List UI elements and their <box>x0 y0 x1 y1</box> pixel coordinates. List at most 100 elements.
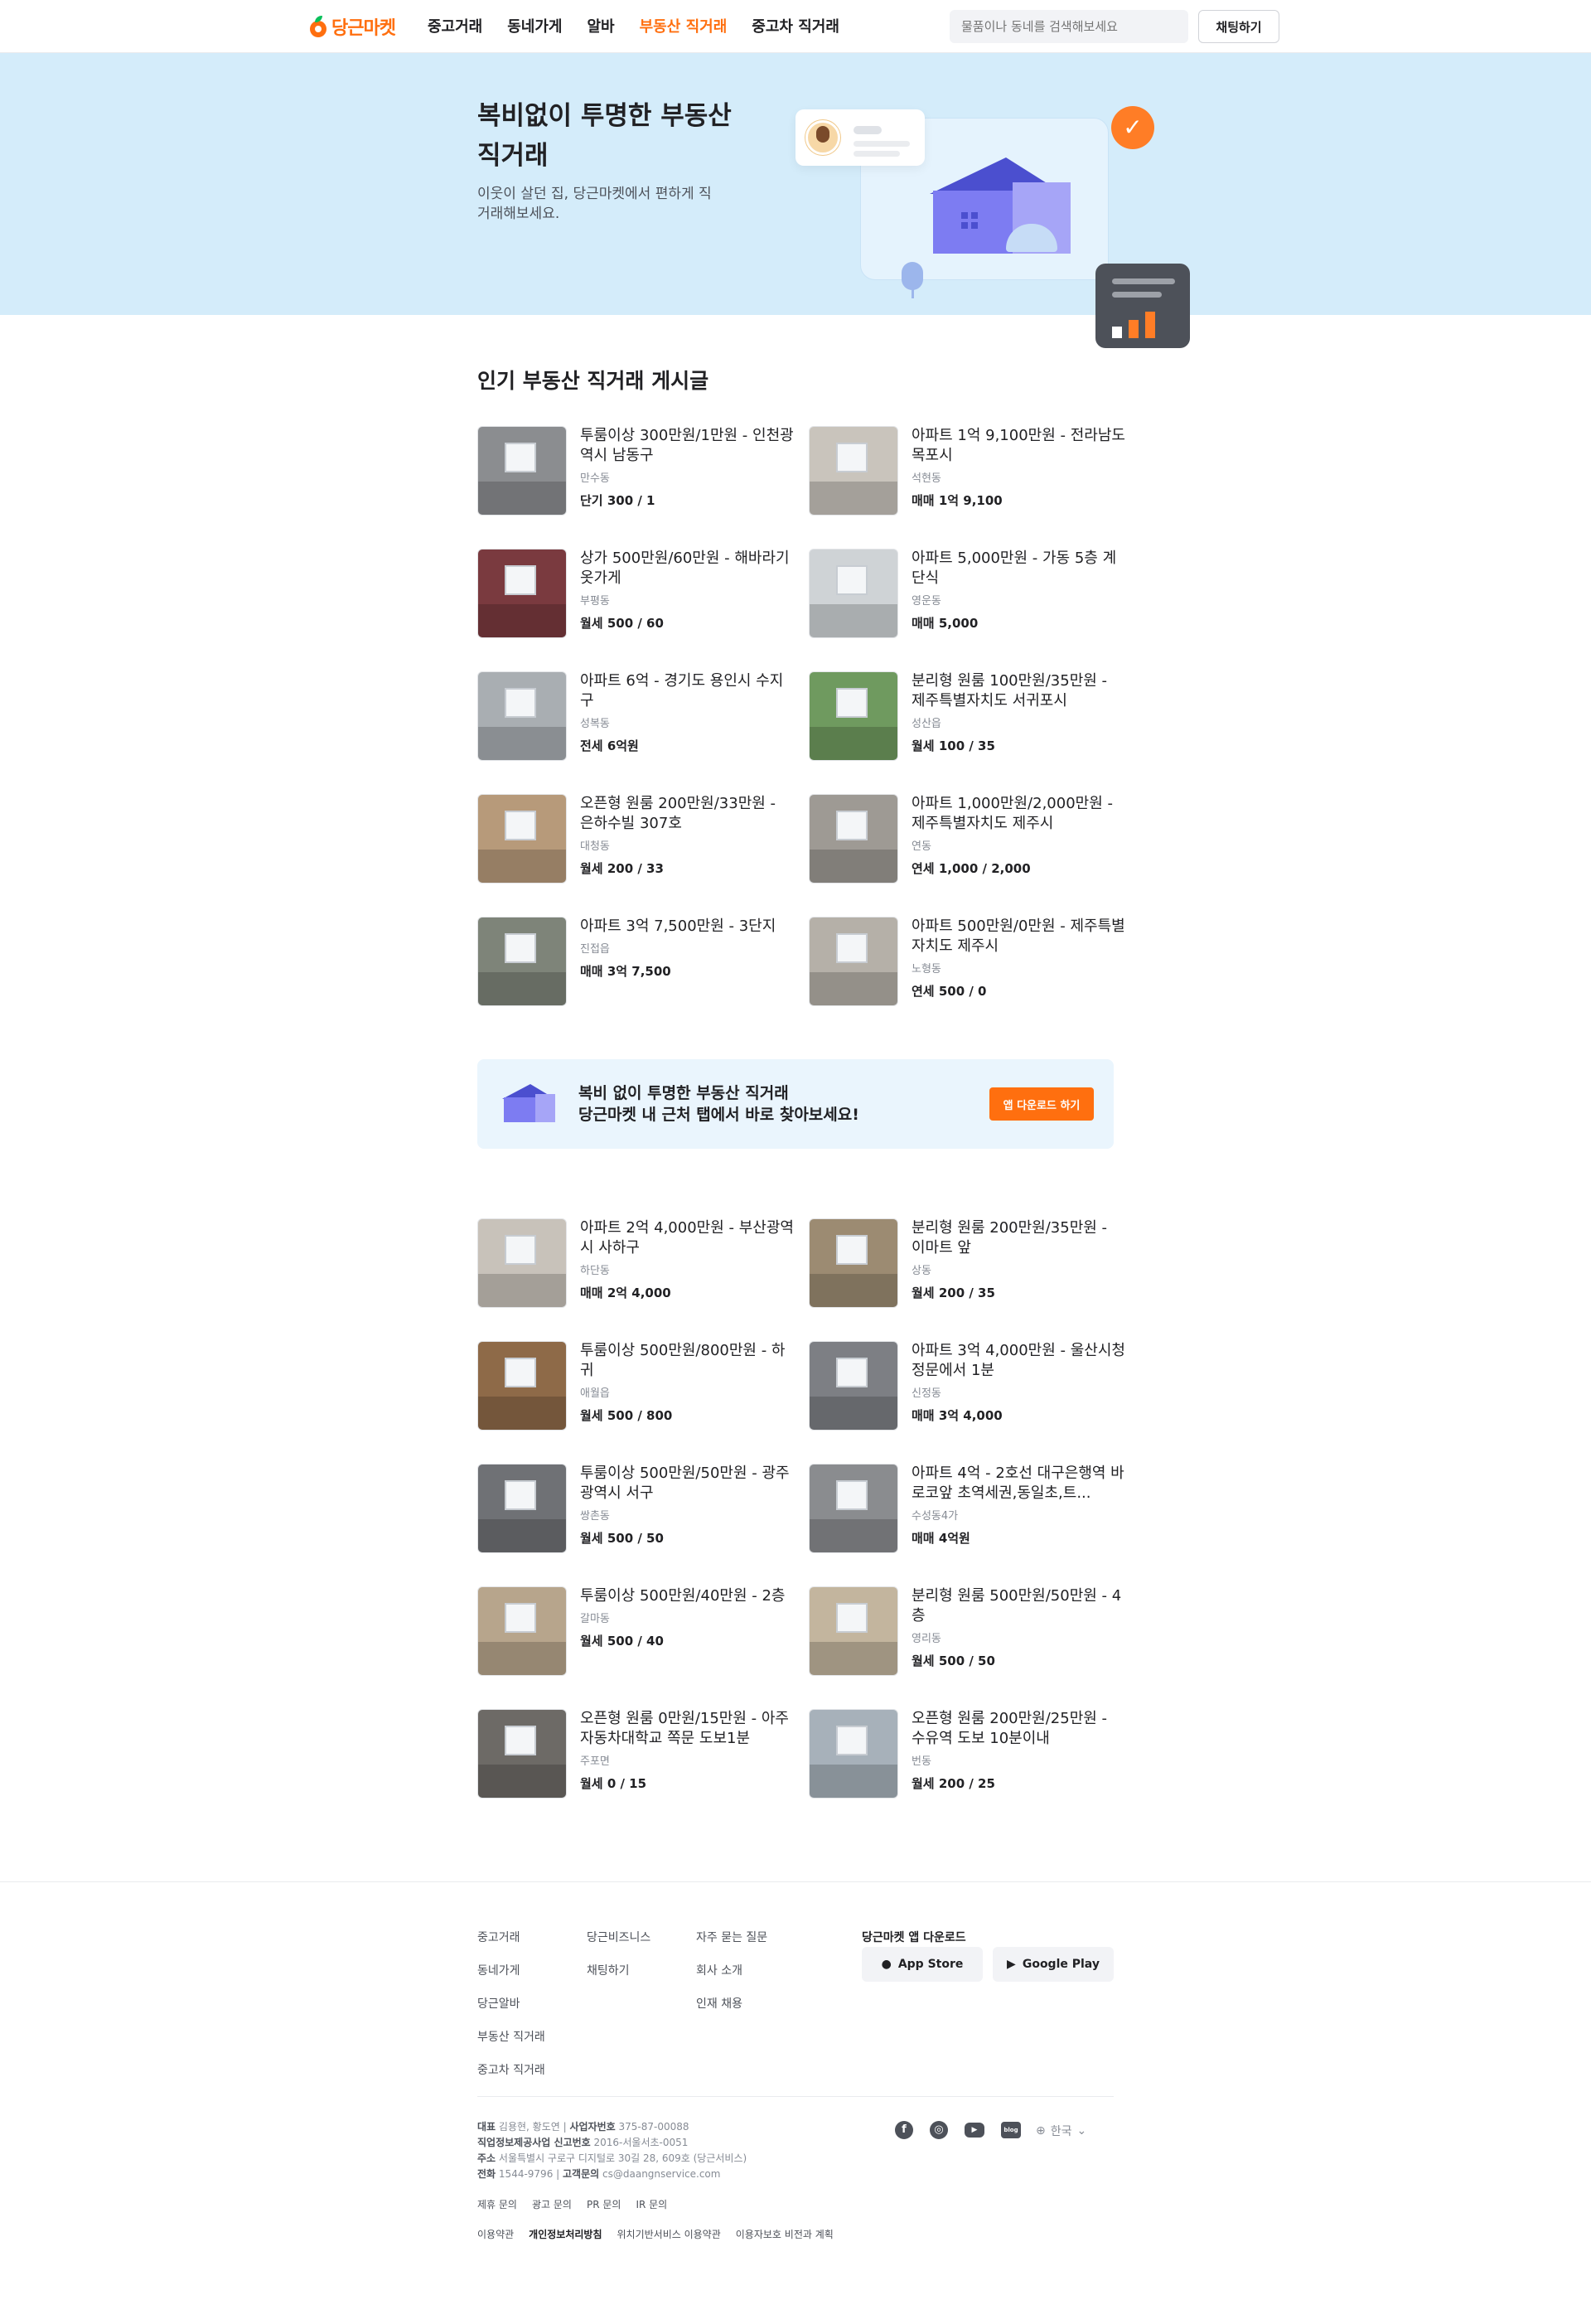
listing-title: 오픈형 원룸 200만원/25만원 - 수유역 도보 10분이내 <box>912 1710 1108 1747</box>
listing-card[interactable]: 아파트 3억 7,500만원 - 3단지 진접읍 매매 3억 7,500 <box>477 917 807 1006</box>
nav-used-cars[interactable]: 중고차 직거래 <box>752 15 839 36</box>
listing-location: 주포면 <box>580 1755 610 1768</box>
footer-link[interactable]: PR 문의 <box>587 2197 621 2211</box>
listing-card[interactable]: 투룸이상 500만원/800만원 - 하귀 애월읍 월세 500 / 800 <box>477 1341 807 1431</box>
footer-link[interactable]: 부동산 직거래 <box>477 2028 545 2045</box>
app-download-button[interactable]: 앱 다운로드 하기 <box>989 1087 1094 1121</box>
listing-price: 매매 3억 4,000 <box>912 1408 1003 1423</box>
listing-price: 월세 500 / 50 <box>580 1531 664 1546</box>
facebook-icon[interactable]: f <box>895 2121 913 2139</box>
footer-link[interactable]: 위치기반서비스 이용약관 <box>617 2227 721 2241</box>
listing-photo <box>809 1709 898 1799</box>
search-input[interactable] <box>950 10 1188 43</box>
listing-card[interactable]: 상가 500만원/60만원 - 해바라기 옷가게 부평동 월세 500 / 60 <box>477 549 807 638</box>
app-download-banner: 복비 없이 투명한 부동산 직거래 당근마켓 내 근처 탭에서 바로 찾아보세요… <box>477 1059 1114 1149</box>
hero-title: 복비없이 투명한 부동산 직거래 <box>477 101 732 171</box>
listing-price: 연세 500 / 0 <box>912 984 987 999</box>
email: cs@daangnservice.com <box>602 2168 721 2180</box>
language-select[interactable]: ⊕ 한국 ⌄ <box>1036 2123 1086 2139</box>
footer-link[interactable]: 인재 채용 <box>696 1995 767 2012</box>
listing-card[interactable]: 분리형 원룸 500만원/50만원 - 4층 영리동 월세 500 / 50 <box>809 1586 1139 1676</box>
listing-title: 아파트 3억 4,000만원 - 울산시청 정문에서 1분 <box>912 1342 1125 1379</box>
banner-line-2: 당근마켓 내 근처 탭에서 바로 찾아보세요! <box>578 1106 859 1124</box>
listing-title: 아파트 500만원/0만원 - 제주특별자치도 제주시 <box>912 917 1125 955</box>
footer-link[interactable]: 이용약관 <box>477 2227 514 2241</box>
listing-title: 상가 500만원/60만원 - 해바라기 옷가게 <box>580 550 790 587</box>
listing-card[interactable]: 분리형 원룸 200만원/35만원 - 이마트 앞 상동 월세 200 / 35 <box>809 1218 1139 1308</box>
footer-link[interactable]: 당근비즈니스 <box>587 1929 650 1945</box>
listing-photo <box>809 549 898 638</box>
app-store-button[interactable]: ● App Store <box>862 1947 983 1982</box>
footer-link[interactable]: 회사 소개 <box>696 1962 767 1978</box>
listing-price: 매매 5,000 <box>912 616 979 631</box>
listing-location: 하단동 <box>580 1265 610 1277</box>
chart-card-illustration <box>1095 264 1190 348</box>
listing-card[interactable]: 오픈형 원룸 200만원/33만원 - 은하수빌 307호 대청동 월세 200… <box>477 794 807 884</box>
youtube-icon[interactable]: ▶ <box>965 2123 984 2138</box>
listing-title: 투룸이상 500만원/50만원 - 광주광역시 서구 <box>580 1465 790 1502</box>
listing-photo <box>477 549 567 638</box>
nav-used-goods[interactable]: 중고거래 <box>428 15 482 36</box>
language-label: 한국 <box>1050 2125 1072 2138</box>
listing-card[interactable]: 아파트 3억 4,000만원 - 울산시청 정문에서 1분 신정동 매매 3억 … <box>809 1341 1139 1431</box>
listing-photo <box>809 1218 898 1308</box>
footer-link[interactable]: 당근알바 <box>477 1995 545 2012</box>
listing-card[interactable]: 아파트 500만원/0만원 - 제주특별자치도 제주시 노형동 연세 500 /… <box>809 917 1139 1006</box>
hero-subtitle: 이웃이 살던 집, 당근마켓에서 편하게 직거래해보세요. <box>477 186 712 222</box>
footer-links-policy: 이용약관 개인정보처리방침 위치기반서비스 이용약관 이용자보호 비전과 계획 <box>477 2227 834 2241</box>
listing-photo <box>809 1464 898 1553</box>
listing-location: 진접읍 <box>580 943 610 956</box>
listing-card[interactable]: 분리형 원룸 100만원/35만원 - 제주특별자치도 서귀포시 성산읍 월세 … <box>809 671 1139 761</box>
listing-card[interactable]: 투룸이상 300만원/1만원 - 인천광역시 남동구 만수동 단기 300 / … <box>477 426 807 516</box>
footer-link[interactable]: 동네가게 <box>477 1962 545 1978</box>
banner-line-1: 복비 없이 투명한 부동산 직거래 <box>578 1084 789 1102</box>
email-label: 고객문의 <box>563 2168 600 2180</box>
footer-link[interactable]: 채팅하기 <box>587 1962 650 1978</box>
listing-card[interactable]: 아파트 1,000만원/2,000만원 - 제주특별자치도 제주시 연동 연세 … <box>809 794 1139 884</box>
footer-link[interactable]: 중고차 직거래 <box>477 2061 545 2078</box>
listing-photo <box>477 1709 567 1799</box>
instagram-icon[interactable]: ◎ <box>930 2121 948 2139</box>
listing-card[interactable]: 오픈형 원룸 0만원/15만원 - 아주자동차대학교 쪽문 도보1분 주포면 월… <box>477 1709 807 1799</box>
listing-photo <box>477 1464 567 1553</box>
listing-location: 수성동4가 <box>912 1510 959 1523</box>
biz-label: 사업자번호 <box>569 2121 616 2133</box>
ceo: 김용현, 황도연 <box>498 2121 560 2133</box>
nav-jobs[interactable]: 알바 <box>588 15 615 36</box>
app-store-label: App Store <box>897 1958 964 1971</box>
footer-link[interactable]: IR 문의 <box>636 2197 667 2211</box>
google-play-button[interactable]: ▶ Google Play <box>993 1947 1114 1982</box>
company-info: 대표 김용현, 황도연 | 사업자번호 375-87-00088 직업정보제공사… <box>477 2121 747 2180</box>
listing-title: 분리형 원룸 100만원/35만원 - 제주특별자치도 서귀포시 <box>912 672 1108 709</box>
footer-link[interactable]: 이용자보호 비전과 계획 <box>736 2227 834 2241</box>
footer-link[interactable]: 광고 문의 <box>532 2197 572 2211</box>
listing-grid-top: 투룸이상 300만원/1만원 - 인천광역시 남동구 만수동 단기 300 / … <box>477 426 1139 1006</box>
listing-location: 노형동 <box>912 963 941 976</box>
listing-price: 전세 6억원 <box>580 738 639 753</box>
listing-photo <box>809 917 898 1006</box>
footer-link[interactable]: 자주 묻는 질문 <box>696 1929 767 1945</box>
listing-card[interactable]: 투룸이상 500만원/50만원 - 광주광역시 서구 쌍촌동 월세 500 / … <box>477 1464 807 1553</box>
logo[interactable]: 당근마켓 <box>310 13 396 40</box>
top-header: 당근마켓 중고거래 동네가게 알바 부동산 직거래 중고차 직거래 채팅하기 <box>0 0 1591 53</box>
play-icon: ▶ <box>1007 1958 1016 1971</box>
avatar-illustration <box>805 120 840 155</box>
blog-icon[interactable]: blog <box>1001 2122 1021 2138</box>
chat-button[interactable]: 채팅하기 <box>1198 10 1279 43</box>
listing-card[interactable]: 투룸이상 500만원/40만원 - 2층 갈마동 월세 500 / 40 <box>477 1586 807 1676</box>
listing-card[interactable]: 아파트 2억 4,000만원 - 부산광역시 사하구 하단동 매매 2억 4,0… <box>477 1218 807 1308</box>
footer-link[interactable]: 중고거래 <box>477 1929 545 1945</box>
listing-location: 영운동 <box>912 595 941 608</box>
footer-column-company: 자주 묻는 질문 회사 소개 인재 채용 <box>696 1929 767 2012</box>
listing-title: 아파트 3억 7,500만원 - 3단지 <box>580 917 776 935</box>
footer-link[interactable]: 제휴 문의 <box>477 2197 517 2211</box>
listing-card[interactable]: 아파트 6억 - 경기도 용인시 수지구 성복동 전세 6억원 <box>477 671 807 761</box>
listing-card[interactable]: 아파트 4억 - 2호선 대구은행역 바로코앞 초역세권,동일초,트... 수성… <box>809 1464 1139 1553</box>
listing-photo <box>809 426 898 516</box>
listing-card[interactable]: 아파트 5,000만원 - 가동 5층 계단식 영운동 매매 5,000 <box>809 549 1139 638</box>
nav-real-estate[interactable]: 부동산 직거래 <box>640 15 728 36</box>
footer-link[interactable]: 개인정보처리방침 <box>529 2227 602 2241</box>
listing-card[interactable]: 아파트 1억 9,100만원 - 전라남도 목포시 석현동 매매 1억 9,10… <box>809 426 1139 516</box>
nav-local-stores[interactable]: 동네가게 <box>507 15 562 36</box>
listing-card[interactable]: 오픈형 원룸 200만원/25만원 - 수유역 도보 10분이내 번동 월세 2… <box>809 1709 1139 1799</box>
